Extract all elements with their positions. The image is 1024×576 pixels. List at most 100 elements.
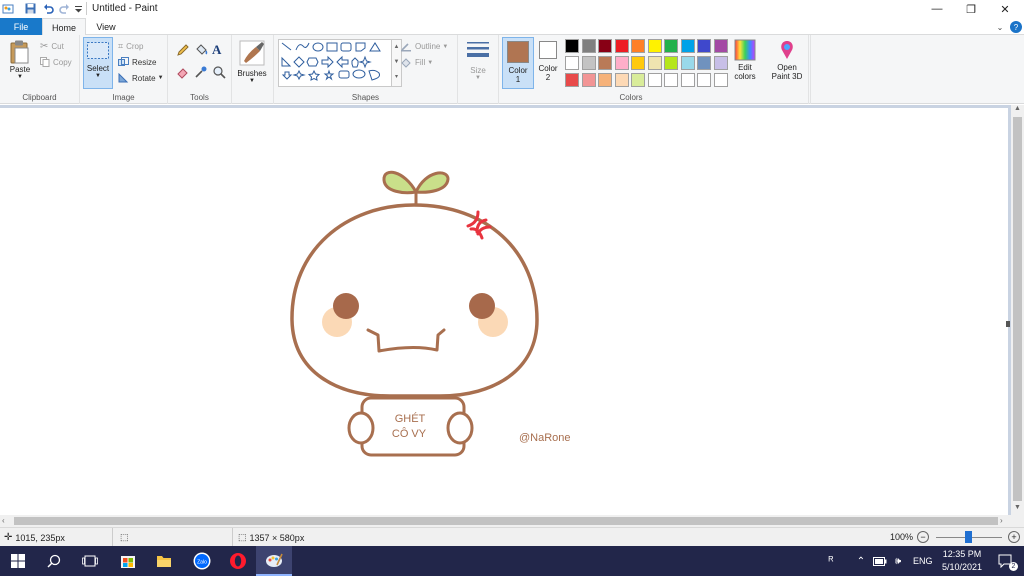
palette-swatch[interactable] [565,39,579,53]
rotate-dropdown-icon[interactable]: ▼ [158,75,164,81]
palette-swatch[interactable] [581,73,596,87]
palette-swatch[interactable] [631,73,645,87]
people-icon[interactable]: ᴿ [820,546,842,576]
palette-swatch[interactable] [647,39,662,53]
palette-swatch[interactable] [713,73,728,87]
open-paint3d-button[interactable]: Open Paint 3D [766,39,808,81]
select-dropdown-icon[interactable]: ▼ [95,73,101,79]
clock-time[interactable]: 12:35 PM [942,549,982,559]
scroll-left-icon[interactable]: ‹ [2,516,12,526]
shapes-gallery[interactable] [278,39,392,87]
customize-quick-access-icon[interactable] [74,2,82,15]
redo-icon[interactable] [58,2,70,15]
search-button[interactable] [36,546,72,576]
paste-dropdown-icon[interactable]: ▼ [17,74,23,80]
color2-button[interactable]: Color 2 [536,41,560,82]
select-button[interactable]: Select ▼ [83,37,113,89]
palette-swatch[interactable] [565,56,579,70]
collapse-ribbon-icon[interactable]: ⌄ [994,21,1006,33]
palette-swatch[interactable] [664,39,678,53]
palette-swatch[interactable] [664,73,678,87]
text-tool-icon[interactable]: A [212,42,226,57]
save-icon[interactable] [24,2,36,15]
horizontal-scroll-thumb[interactable] [14,517,998,525]
zoom-slider-thumb[interactable] [965,531,972,543]
palette-swatch[interactable] [697,73,711,87]
tab-home[interactable]: Home [42,18,86,36]
close-button[interactable]: ✕ [988,0,1022,18]
size-dropdown-icon[interactable]: ▼ [475,75,481,81]
color1-button[interactable]: Color 1 [502,37,534,89]
scroll-up-icon[interactable]: ▲ [1013,105,1022,115]
palette-swatch[interactable] [631,39,645,53]
drawing-canvas[interactable]: GHÉT CÔ VY @NaRone [0,108,1008,515]
action-center-button[interactable]: 2 [988,546,1024,576]
taskbar-file-explorer[interactable] [146,546,182,576]
palette-swatch[interactable] [631,56,645,70]
size-button[interactable]: Size ▼ [462,39,494,81]
palette-swatch[interactable] [680,39,695,53]
start-button[interactable] [0,546,36,576]
palette-swatch[interactable] [614,39,629,53]
resize-button[interactable]: Resize [118,57,156,67]
palette-swatch[interactable] [581,39,596,53]
palette-swatch[interactable] [697,39,711,53]
taskbar-app-store[interactable] [110,546,146,576]
palette-swatch[interactable] [565,73,579,87]
palette-swatch[interactable] [598,39,612,53]
task-view-button[interactable] [72,546,108,576]
language-indicator[interactable]: ENG [913,556,933,566]
outline-dropdown-icon[interactable]: ▼ [442,44,448,50]
tab-view[interactable]: View [86,18,126,35]
brushes-dropdown-icon[interactable]: ▼ [249,78,255,84]
pencil-icon[interactable] [176,43,190,57]
horizontal-scrollbar[interactable]: ‹ › [0,515,1024,527]
paint-app-icon[interactable] [2,2,14,15]
palette-swatch[interactable] [598,73,612,87]
outline-button[interactable]: Outline ▼ [400,41,448,52]
scroll-right-icon[interactable]: › [1000,516,1010,526]
clock-date[interactable]: 5/10/2021 [940,562,984,572]
crop-button[interactable]: ⌗ Crop [118,41,143,52]
edit-colors-button[interactable]: Edit colors [731,39,759,81]
magnifier-icon[interactable] [212,65,226,79]
palette-swatch[interactable] [598,56,612,70]
rotate-button[interactable]: Rotate ▼ [118,73,164,83]
minimize-button[interactable]: — [920,0,954,18]
palette-swatch[interactable] [713,56,728,70]
restore-button[interactable]: ❐ [954,0,988,18]
palette-swatch[interactable] [647,73,662,87]
fill-button[interactable]: Fill ▼ [400,57,433,68]
undo-icon[interactable] [42,2,54,15]
canvas-resize-handle[interactable] [1006,321,1010,327]
cut-button[interactable]: ✂ Cut [40,41,64,52]
vertical-scroll-thumb[interactable] [1013,117,1022,501]
eraser-icon[interactable] [176,65,190,79]
vertical-scrollbar[interactable]: ▲ ▼ [1011,105,1024,515]
scroll-down-icon[interactable]: ▼ [1013,504,1022,514]
zoom-out-button[interactable]: − [917,531,929,543]
taskbar-opera[interactable] [220,546,256,576]
battery-icon[interactable] [872,546,888,576]
palette-swatch[interactable] [680,73,695,87]
taskbar-paint-active[interactable] [256,546,292,576]
zoom-in-button[interactable]: + [1008,531,1020,543]
volume-icon[interactable]: 🕪 [890,546,906,576]
palette-swatch[interactable] [647,56,662,70]
paste-button[interactable]: Paste ▼ [6,39,34,80]
help-icon[interactable]: ? [1010,21,1022,33]
tab-file[interactable]: File [0,18,42,35]
copy-button[interactable]: Copy [40,57,72,67]
show-hidden-icons-button[interactable]: ⌃ [854,546,868,576]
fill-dropdown-icon[interactable]: ▼ [427,60,433,66]
color-picker-icon[interactable] [194,65,208,79]
palette-swatch[interactable] [713,39,728,53]
fill-bucket-icon[interactable] [194,43,208,57]
palette-swatch[interactable] [614,73,629,87]
brushes-button[interactable]: Brushes ▼ [234,39,270,84]
taskbar-zalo[interactable]: Zalo [184,546,220,576]
palette-swatch[interactable] [680,56,695,70]
palette-swatch[interactable] [664,56,678,70]
palette-swatch[interactable] [614,56,629,70]
palette-swatch[interactable] [581,56,596,70]
